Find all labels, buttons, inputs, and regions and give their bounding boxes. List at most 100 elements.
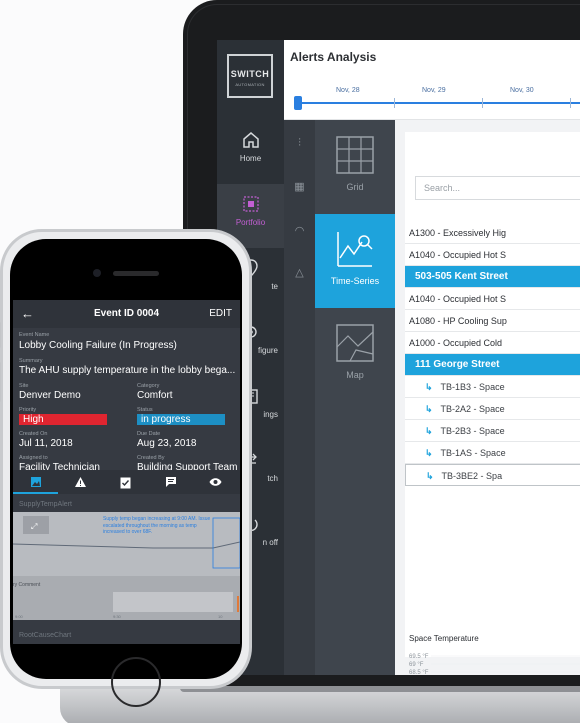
row-label: A1080 - HP Cooling Sup bbox=[409, 316, 507, 326]
brand-logo[interactable]: SWITCH AUTOMATION bbox=[227, 54, 273, 98]
row-label: 503-505 Kent Street bbox=[415, 271, 508, 282]
field-label: Priority bbox=[19, 407, 37, 413]
status-value: in progress bbox=[137, 414, 225, 425]
task-icon bbox=[120, 477, 131, 489]
view-tab-map[interactable]: Map bbox=[315, 308, 395, 402]
view-tab-timeseries[interactable]: Time-Series bbox=[315, 214, 395, 308]
home-icon bbox=[242, 132, 259, 148]
timeline-date: Nov, 30 bbox=[510, 87, 534, 94]
equipment-row[interactable]: ↳ TB-1AS - Space bbox=[405, 442, 580, 464]
laptop-screen: SWITCH AUTOMATION Home Portfolio te figu… bbox=[217, 40, 580, 675]
priority-badge[interactable]: High bbox=[19, 414, 107, 425]
timeline-tick bbox=[482, 98, 483, 108]
field-label: Category bbox=[137, 383, 160, 389]
alert-row[interactable]: A1300 - Excessively Hig bbox=[405, 222, 580, 244]
content-area: A1300 - Excessively Hig A1040 - Occupied … bbox=[395, 120, 580, 675]
comment-icon bbox=[165, 477, 176, 488]
page-title: Alerts Analysis bbox=[290, 50, 377, 64]
portfolio-icon bbox=[242, 196, 259, 212]
camera bbox=[93, 269, 101, 277]
nav-item-home[interactable]: Home bbox=[217, 120, 284, 184]
eye-icon bbox=[209, 478, 222, 486]
comment-label: ry Comment bbox=[13, 582, 41, 588]
home-button[interactable] bbox=[111, 657, 161, 707]
field-label: Assigned to bbox=[19, 455, 48, 461]
subitem-arrow-icon: ↳ bbox=[425, 426, 433, 436]
event-category[interactable]: Comfort bbox=[137, 390, 237, 401]
row-label: A1040 - Occupied Hot S bbox=[409, 250, 507, 260]
equipment-row[interactable]: ↳ TB-3BE2 - Spa bbox=[405, 464, 580, 486]
tool-rail: ⫶ ▦ ◠ △ bbox=[284, 120, 315, 675]
filter-icon[interactable]: ⫶ bbox=[291, 136, 308, 150]
grid-icon bbox=[336, 136, 374, 174]
timeline-date: Nov, 29 bbox=[422, 87, 446, 94]
view-switcher: Grid Time-Series Map bbox=[315, 120, 395, 675]
status-badge[interactable]: in progress bbox=[137, 414, 225, 425]
tab-tasks[interactable] bbox=[103, 470, 148, 494]
phone-screen: ← Event ID 0004 EDIT Event Name Lobby Co… bbox=[13, 300, 240, 644]
row-label: TB-1AS - Space bbox=[440, 448, 506, 458]
nav-label-home: Home bbox=[239, 154, 262, 163]
tab-alerts[interactable] bbox=[58, 470, 103, 494]
warning-icon[interactable]: △ bbox=[291, 266, 308, 280]
subitem-arrow-icon: ↳ bbox=[426, 471, 434, 481]
field-label: Site bbox=[19, 383, 29, 389]
y-tick-label: 69.5 °F bbox=[409, 654, 429, 660]
row-label: TB-1B3 - Space bbox=[440, 382, 505, 392]
chart-title: Space Temperature bbox=[409, 634, 479, 643]
tab-images[interactable] bbox=[13, 470, 58, 494]
y-tick-label: 69 °F bbox=[409, 662, 424, 668]
calendar-icon[interactable]: ▦ bbox=[291, 180, 308, 194]
axis-label: 9:30 bbox=[113, 614, 121, 619]
event-summary[interactable]: The AHU supply temperature in the lobby … bbox=[19, 365, 239, 376]
alert-row[interactable]: A1040 - Occupied Hot S bbox=[405, 244, 580, 266]
section-title: SupplyTempAlert bbox=[19, 501, 72, 508]
image-icon bbox=[30, 477, 41, 488]
row-label: TB-3BE2 - Spa bbox=[441, 471, 503, 481]
equipment-row[interactable]: ↳ TB-2B3 - Space bbox=[405, 420, 580, 442]
edit-button[interactable]: EDIT bbox=[209, 308, 232, 319]
tab-watch[interactable] bbox=[193, 470, 238, 494]
alert-row[interactable]: A1040 - Occupied Hot S bbox=[405, 288, 580, 310]
field-label: Created By bbox=[137, 455, 165, 461]
field-label: Due Date bbox=[137, 431, 161, 437]
created-on[interactable]: Jul 11, 2018 bbox=[19, 438, 129, 449]
timeseries-icon bbox=[337, 232, 373, 267]
assigned-to[interactable]: Facility Technician bbox=[19, 462, 129, 470]
app-header: Alerts Analysis Nov, 28 Nov, 29 Nov, 30 bbox=[284, 40, 580, 120]
field-label: Summary bbox=[19, 358, 43, 364]
alert-chart[interactable]: ⤢ Supply temp began increasing at 9:00 A… bbox=[13, 512, 240, 620]
equipment-row[interactable]: ↳ TB-2A2 - Space bbox=[405, 398, 580, 420]
subitem-arrow-icon: ↳ bbox=[425, 382, 433, 392]
site-row[interactable]: 503-505 Kent Street bbox=[405, 266, 580, 288]
row-label: TB-2A2 - Space bbox=[440, 404, 505, 414]
due-date[interactable]: Aug 23, 2018 bbox=[137, 438, 237, 449]
alert-row[interactable]: A1080 - HP Cooling Sup bbox=[405, 310, 580, 332]
axis-label: 9:00 bbox=[15, 614, 23, 619]
alert-row[interactable]: A1000 - Occupied Cold bbox=[405, 332, 580, 354]
timeline-track[interactable] bbox=[300, 102, 580, 104]
event-name[interactable]: Lobby Cooling Failure (In Progress) bbox=[19, 340, 239, 351]
field-label: Event Name bbox=[19, 332, 50, 338]
timeline-tick bbox=[570, 98, 571, 108]
search-input[interactable] bbox=[416, 177, 580, 199]
row-label: TB-2B3 - Space bbox=[440, 426, 505, 436]
equipment-row[interactable]: ↳ TB-1B3 - Space bbox=[405, 376, 580, 398]
view-label-grid: Grid bbox=[346, 182, 364, 192]
warning-icon bbox=[75, 477, 86, 488]
event-site[interactable]: Denver Demo bbox=[19, 390, 119, 401]
device-mockup-stage: SWITCH AUTOMATION Home Portfolio te figu… bbox=[0, 0, 580, 723]
tab-comments[interactable] bbox=[148, 470, 193, 494]
timeline-handle[interactable] bbox=[294, 96, 302, 110]
view-label-timeseries: Time-Series bbox=[330, 276, 380, 286]
speaker bbox=[113, 271, 159, 276]
created-by[interactable]: Building Support Team bbox=[137, 462, 237, 470]
row-label: 111 George Street bbox=[415, 359, 500, 370]
gauge-icon[interactable]: ◠ bbox=[291, 224, 308, 238]
nav-label-portfolio: Portfolio bbox=[235, 218, 266, 227]
space-temperature-chart: 69.5 °F69 °F68.5 °F68 °F67.5 °F67 °F bbox=[409, 654, 580, 675]
event-tab-bar bbox=[13, 470, 240, 494]
svg-text:⤢: ⤢ bbox=[30, 522, 37, 531]
view-tab-grid[interactable]: Grid bbox=[315, 120, 395, 214]
site-row[interactable]: 111 George Street bbox=[405, 354, 580, 376]
